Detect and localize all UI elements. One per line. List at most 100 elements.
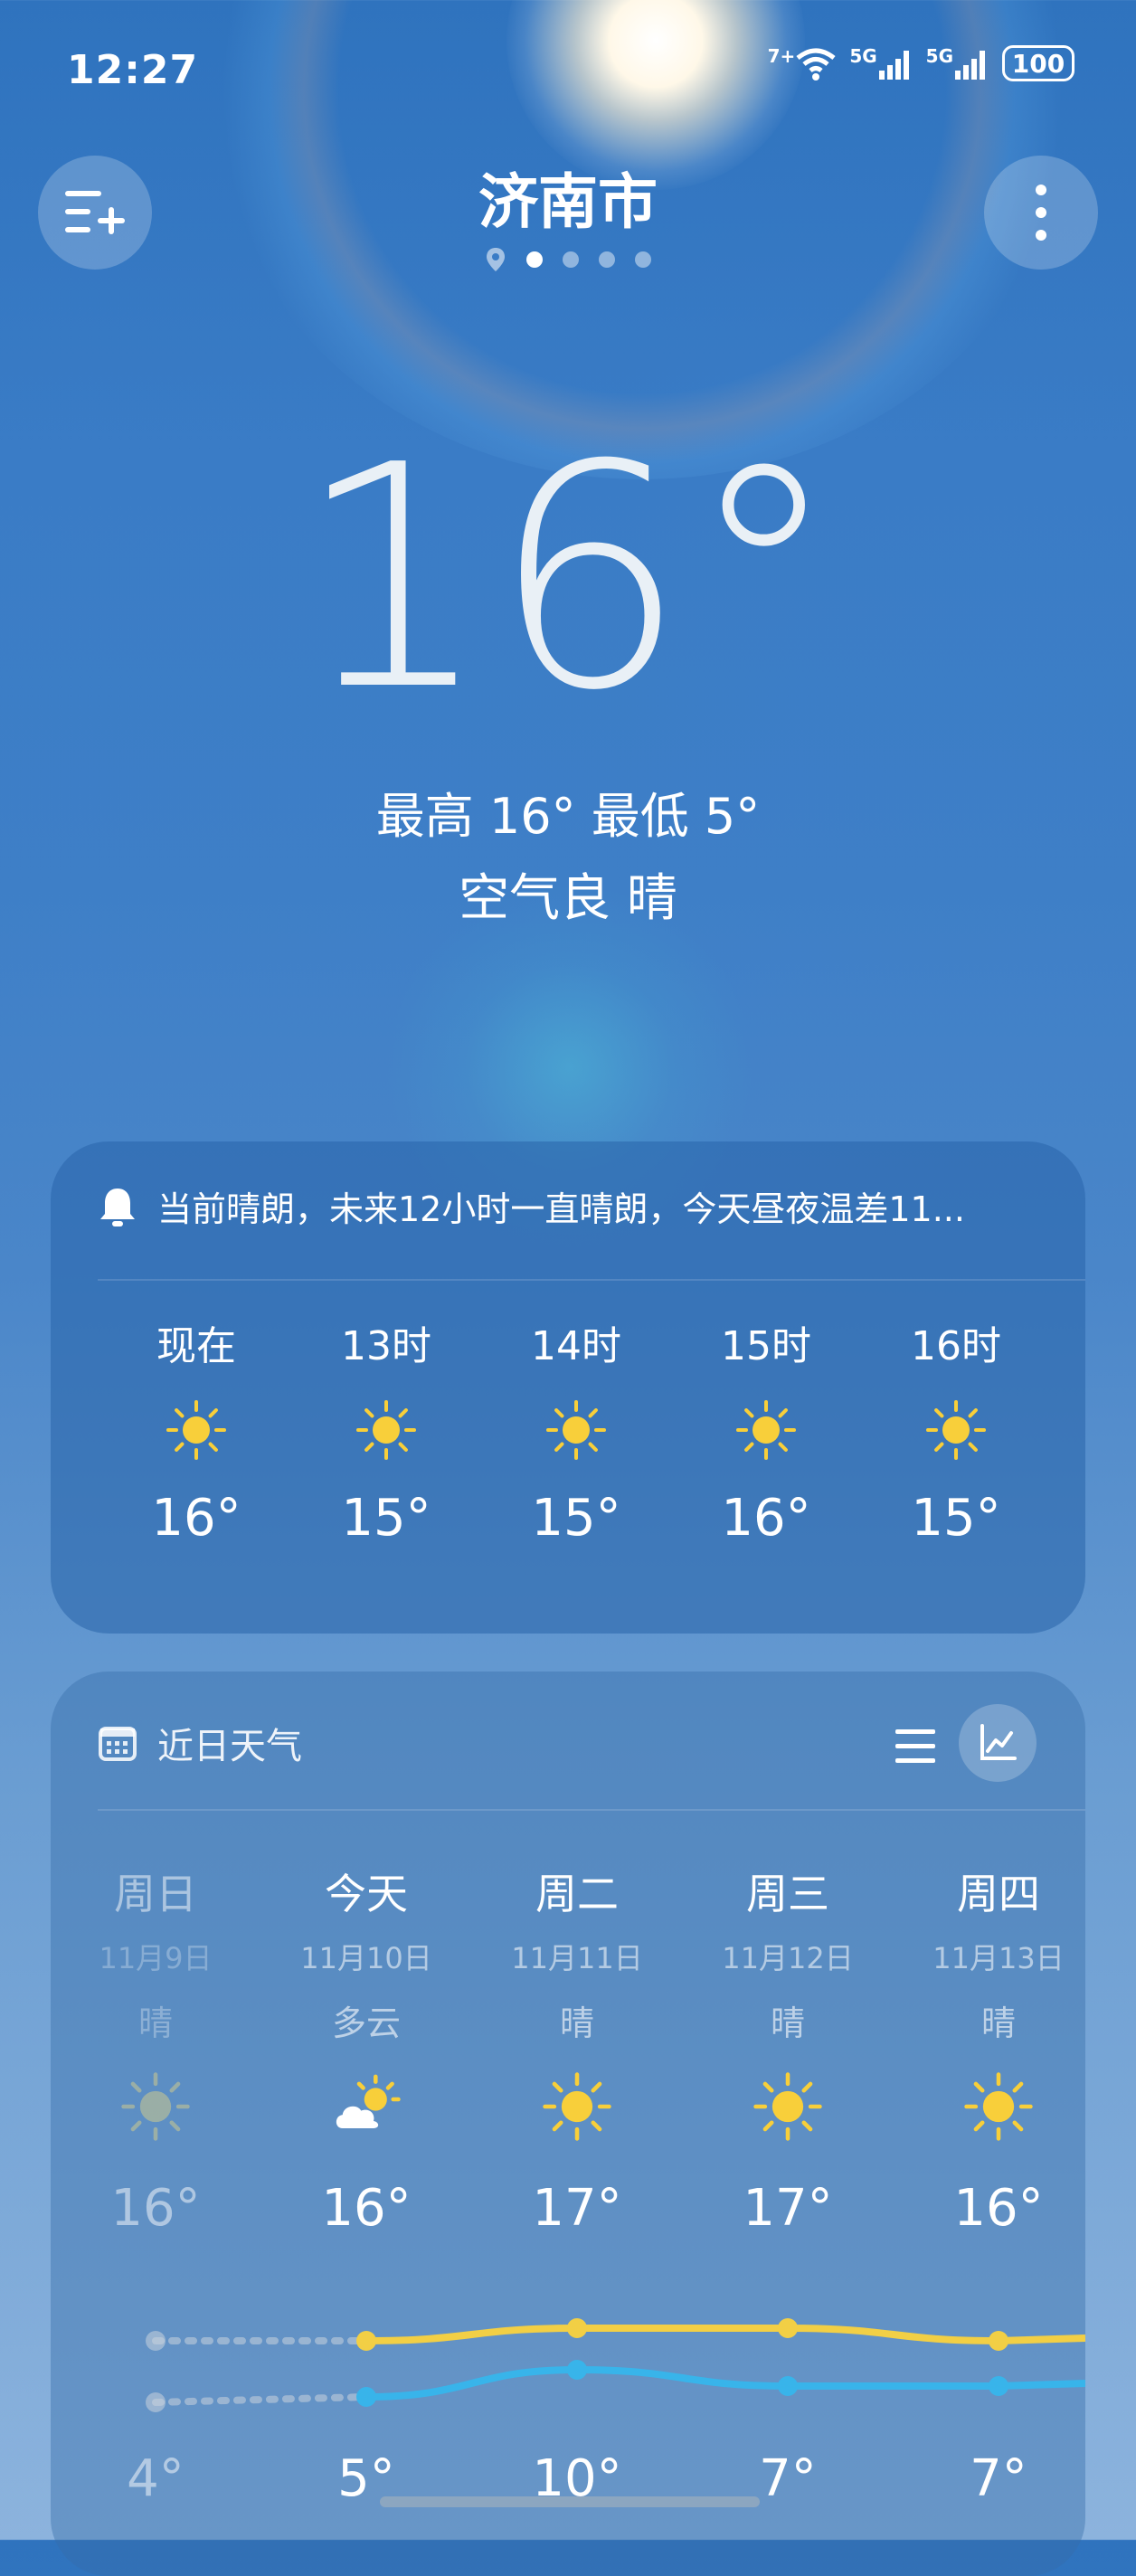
day-high: 17° <box>532 2179 622 2238</box>
hour-temp: 15° <box>1051 1489 1085 1548</box>
day-name: 周四 <box>957 1870 1040 1918</box>
wifi-icon: 7+ <box>768 45 838 81</box>
sun-icon <box>544 1398 608 1462</box>
day-high: 16° <box>110 2179 201 2238</box>
more-options-button[interactable] <box>984 156 1098 270</box>
day-date: 11月12日 <box>722 1941 854 1975</box>
weather-alert[interactable]: 当前晴朗，未来12小时一直晴朗，今天昼夜温差11... <box>98 1181 965 1231</box>
sun-icon <box>962 2070 1035 2143</box>
low-temp-line <box>365 2365 1085 2401</box>
day-name: 周三 <box>746 1870 829 1918</box>
hour-temp: 15° <box>531 1489 621 1548</box>
hour-item: 14时 15° <box>481 1313 671 1548</box>
sun-icon <box>119 2070 192 2143</box>
day-condition: 晴 <box>137 2003 173 2043</box>
hour-item: 16时 15° <box>861 1313 1051 1548</box>
page-dot[interactable] <box>526 251 543 268</box>
low-temp-point <box>356 2387 376 2407</box>
sun-icon <box>165 1398 228 1462</box>
hour-label: 14时 <box>531 1323 621 1369</box>
wifi-label: 7+ <box>767 45 796 67</box>
hour-label: 13时 <box>341 1323 431 1369</box>
page-dot[interactable] <box>599 251 615 268</box>
day-condition: 晴 <box>559 2003 594 2043</box>
day-item[interactable]: 周二 11月11日 晴 17° <box>482 1861 672 2238</box>
high-temp-line <box>365 2325 1085 2345</box>
day-low: 4° <box>127 2449 185 2508</box>
day-high: 17° <box>743 2179 833 2238</box>
day-item[interactable]: 今天 11月10日 多云 16° <box>271 1861 461 2238</box>
day-item[interactable]: 周三 11月12日 晴 17° <box>693 1861 883 2238</box>
location-pin-icon <box>487 248 505 271</box>
divider <box>98 1279 1085 1281</box>
day-date: 11月9日 <box>99 1941 213 1975</box>
daily-title: 近日天气 <box>157 1726 302 1767</box>
day-low: 7° <box>970 2449 1027 2508</box>
alert-text: 当前晴朗，未来12小时一直晴朗，今天昼夜温差11... <box>157 1189 965 1229</box>
system-icons: 7+ 5G 5G 100 <box>768 45 1074 81</box>
hour-item: 13时 15° <box>291 1313 481 1548</box>
low-temp-past-segment <box>152 2393 370 2406</box>
list-view-button[interactable] <box>888 1719 942 1773</box>
status-time: 12:27 <box>67 47 199 93</box>
day-condition: 晴 <box>770 2003 805 2043</box>
day-high: 16° <box>321 2179 412 2238</box>
day-date: 11月10日 <box>300 1941 432 1975</box>
battery-icon: 100 <box>1002 45 1074 81</box>
list-icon <box>895 1729 935 1763</box>
bell-icon <box>100 1188 135 1226</box>
day-date: 11月13日 <box>932 1941 1065 1975</box>
hour-label: 15时 <box>721 1323 811 1369</box>
low-temp-point <box>146 2392 166 2412</box>
city-name[interactable]: 济南市 <box>0 154 1136 241</box>
hour-item: 15时 16° <box>671 1313 861 1548</box>
sun-icon <box>924 1398 988 1462</box>
signal-icon: 5G <box>849 45 913 81</box>
sun-icon <box>541 2070 613 2143</box>
day-item[interactable]: 周日 11月9日 晴 16° <box>61 1861 251 2238</box>
status-bar: 12:27 7+ 5G 5G 100 <box>0 0 1136 136</box>
hour-label: 17时 <box>1051 1313 1085 1371</box>
day-high: 16° <box>953 2179 1044 2238</box>
signal-label: 5G <box>925 45 953 67</box>
high-temp-point <box>356 2331 376 2351</box>
hourly-forecast-card[interactable]: 当前晴朗，未来12小时一直晴朗，今天昼夜温差11... 现在 16° 13时 15… <box>51 1141 1085 1634</box>
low-temp-point <box>567 2360 587 2380</box>
hour-temp: 15° <box>911 1489 1001 1548</box>
day-name: 周日 <box>114 1870 197 1918</box>
sun-icon <box>752 2070 824 2143</box>
sun-icon <box>734 1398 798 1462</box>
high-temp-point <box>778 2318 798 2338</box>
page-dot[interactable] <box>635 251 651 268</box>
high-temp-point <box>989 2331 1008 2351</box>
line-chart-icon <box>980 1724 1017 1760</box>
page-indicator <box>0 246 1136 273</box>
calendar-icon <box>99 1727 137 1761</box>
temperature-range: 最高 16° 最低 5° <box>375 788 761 845</box>
hour-temp: 16° <box>721 1489 811 1548</box>
temperature-trend-chart <box>146 2318 1085 2412</box>
day-condition: 多云 <box>331 2003 401 2043</box>
current-temperature: 16° <box>295 400 841 758</box>
signal-label: 5G <box>849 45 877 67</box>
high-temp-point <box>567 2318 587 2338</box>
hour-label: 现在 <box>156 1323 236 1369</box>
more-vertical-icon <box>1036 185 1046 241</box>
day-date: 11月11日 <box>511 1941 643 1975</box>
page-dot[interactable] <box>563 251 579 268</box>
day-condition: 晴 <box>980 2003 1016 2043</box>
air-quality-condition[interactable]: 空气良 晴 <box>0 857 1136 931</box>
hour-item: 17时 15° <box>1051 1313 1085 1548</box>
chart-view-button[interactable] <box>959 1704 1037 1782</box>
hour-temp: 16° <box>151 1489 241 1548</box>
home-indicator[interactable] <box>380 2496 760 2507</box>
sun-icon <box>355 1398 418 1462</box>
hourly-list[interactable]: 现在 16°13时 15°14时 15°15时 16°16时 15°17时 15… <box>51 1313 1085 1621</box>
daily-forecast-card[interactable]: 近日天气 周日 11月9日 晴 16° 今天 11月10日 多云 16° 周二 11… <box>51 1672 1085 2576</box>
daily-header: 近日天气 <box>98 1717 302 1769</box>
high-temp-point <box>146 2331 166 2351</box>
hour-label: 16时 <box>911 1323 1001 1369</box>
partly-cloudy-icon <box>330 2070 402 2143</box>
day-item[interactable]: 周四 11月13日 晴 16° <box>904 1861 1085 2238</box>
hour-item: 现在 16° <box>101 1313 291 1548</box>
